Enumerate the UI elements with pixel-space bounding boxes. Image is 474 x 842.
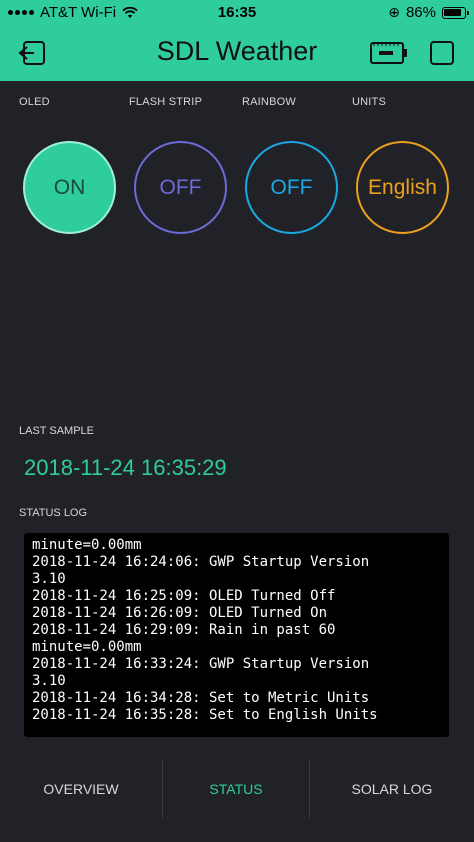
log-line: minute=0.00mm <box>32 639 142 655</box>
log-line: 2018-11-24 16:35:28: Set to English Unit… <box>32 707 378 723</box>
flash-strip-toggle-button[interactable]: OFF <box>134 141 227 234</box>
log-line: 2018-11-24 16:34:28: Set to Metric Units <box>32 690 370 706</box>
stop-button-icon[interactable] <box>429 40 455 66</box>
log-line: 3.10 <box>32 571 66 587</box>
rainbow-label: RAINBOW <box>242 96 296 108</box>
log-line: minute=0.00mm <box>32 537 142 553</box>
oled-label: OLED <box>19 96 50 108</box>
rainbow-toggle-button[interactable]: OFF <box>245 141 338 234</box>
battery-percent: 86% <box>405 4 436 21</box>
units-toggle-button[interactable]: English <box>356 141 449 234</box>
rotation-lock-icon: ⊕ <box>388 4 400 20</box>
status-log-terminal[interactable]: minute=0.00mm 2018-11-24 16:24:06: GWP S… <box>24 533 449 737</box>
tab-bar: OVERVIEW STATUS SOLAR LOG <box>0 760 474 818</box>
tab-overview[interactable]: OVERVIEW <box>0 760 162 818</box>
log-line: 2018-11-24 16:33:24: GWP Startup Version <box>32 656 370 672</box>
battery-group: ⊕ 86% <box>388 4 469 21</box>
control-labels: OLED FLASH STRIP RAINBOW UNITS <box>0 96 474 110</box>
log-line: 2018-11-24 16:29:09: Rain in past 60 <box>32 622 336 638</box>
ios-status-bar: AT&T Wi-Fi 16:35 ⊕ 86% <box>0 0 474 26</box>
log-line: 3.10 <box>32 673 66 689</box>
last-sample-label: LAST SAMPLE <box>19 425 94 437</box>
app-header: SDL Weather <box>0 26 474 81</box>
last-sample-value: 2018-11-24 16:35:29 <box>24 455 227 480</box>
tab-solar-log[interactable]: SOLAR LOG <box>310 760 474 818</box>
device-icon[interactable] <box>369 40 409 66</box>
status-log-label: STATUS LOG <box>19 507 88 519</box>
battery-icon <box>442 6 469 19</box>
flash-strip-label: FLASH STRIP <box>129 96 203 108</box>
log-line: 2018-11-24 16:24:06: GWP Startup Version <box>32 554 370 570</box>
oled-toggle-button[interactable]: ON <box>23 141 116 234</box>
log-line: 2018-11-24 16:25:09: OLED Turned Off <box>32 588 336 604</box>
units-label: UNITS <box>352 96 386 108</box>
log-line: 2018-11-24 16:26:09: OLED Turned On <box>32 605 328 621</box>
tab-status[interactable]: STATUS <box>163 760 309 818</box>
